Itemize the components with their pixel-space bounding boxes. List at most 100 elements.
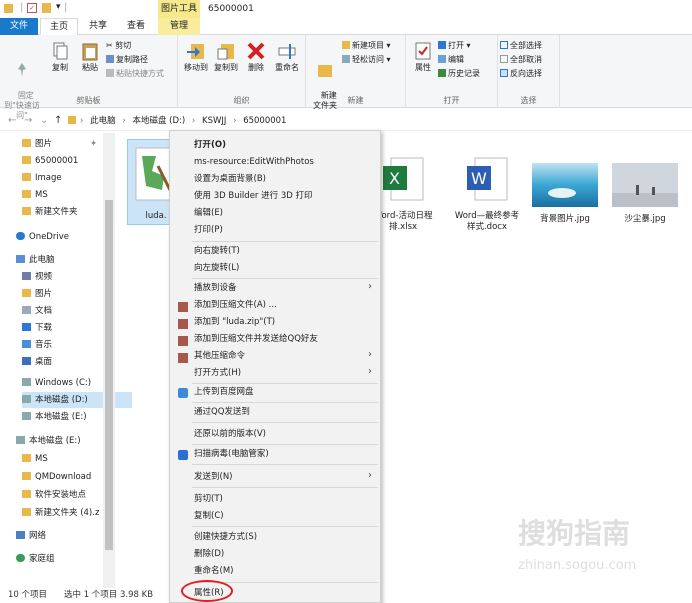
menu-item-other-compress[interactable]: 其他压缩命令	[194, 348, 245, 364]
organize-group: 移动到 复制到 删除 重命名 组织	[178, 35, 306, 108]
watermark-logo: 搜狗指南	[518, 517, 631, 550]
menu-item-virus-scan[interactable]: 扫描病毒(电脑管家)	[194, 446, 269, 462]
menu-item-print[interactable]: 打印(P)	[194, 222, 223, 238]
menu-separator	[192, 444, 378, 445]
tab-manage[interactable]: 管理	[158, 18, 200, 35]
menu-item-copy[interactable]: 复制(C)	[194, 508, 224, 524]
nav-item-pictures[interactable]: 图片	[22, 286, 132, 302]
breadcrumb-this-pc[interactable]: 此电脑	[90, 116, 116, 126]
menu-item-upload-baidu[interactable]: 上传到百度网盘	[194, 384, 254, 400]
nav-item-image[interactable]: Image	[22, 170, 132, 186]
breadcrumb-drive-d[interactable]: 本地磁盘 (D:)	[132, 116, 185, 126]
delete-button[interactable]: 删除	[244, 41, 268, 73]
menu-item-rotate-right[interactable]: 向右旋转(T)	[194, 243, 240, 259]
nav-item-documents[interactable]: 文档	[22, 303, 132, 319]
copy-button[interactable]: 复制	[46, 41, 74, 73]
file-item-word[interactable]: W Word—最终参考 样式.docx	[447, 145, 527, 244]
new-folder-button[interactable]: 新建 文件夹	[310, 41, 340, 121]
clipboard-group-label: 剪贴板	[76, 96, 101, 105]
new-item-button[interactable]: 新建项目 ▾	[342, 40, 391, 51]
nav-scrollbar-thumb[interactable]	[105, 200, 113, 550]
file-item-background-jpg[interactable]: 背景图片.jpg	[527, 163, 603, 225]
breadcrumb-kswjj[interactable]: KSWJJ	[202, 116, 226, 126]
file-item-sandstorm-jpg[interactable]: 沙尘暴.jpg	[607, 163, 683, 225]
nav-item-new-folder[interactable]: 新建文件夹	[22, 204, 132, 220]
menu-item-open[interactable]: 打开(O)	[194, 137, 226, 153]
copy-to-button[interactable]: 复制到	[212, 41, 240, 73]
nav-item-ms[interactable]: MS	[22, 187, 132, 203]
up-arrow-icon[interactable]: ↑	[54, 115, 62, 126]
back-arrow-icon[interactable]: ←	[8, 115, 16, 126]
menu-item-rotate-left[interactable]: 向左旋转(L)	[194, 260, 239, 276]
status-item-count: 10 个项目	[8, 590, 48, 600]
invert-selection-label: 反向选择	[510, 69, 542, 78]
ribbon-tabs: 文件 主页 共享 查看 管理	[0, 18, 692, 36]
qat-dropdown-icon[interactable]: ▾	[56, 2, 61, 12]
folder-icon	[4, 4, 13, 13]
recent-chevron-icon[interactable]: ⌄	[40, 115, 48, 126]
edit-button[interactable]: 编辑	[438, 54, 464, 65]
menu-item-open-with[interactable]: 打开方式(H)	[194, 365, 241, 381]
open-group-label: 打开	[443, 96, 460, 105]
menu-item-delete[interactable]: 删除(D)	[194, 546, 224, 562]
menu-item-send-to[interactable]: 发送到(N)	[194, 469, 233, 485]
menu-item-3d-print[interactable]: 使用 3D Builder 进行 3D 打印	[194, 188, 312, 204]
folder-small-icon[interactable]	[42, 3, 51, 13]
copy-path-button[interactable]: 复制路径	[106, 54, 148, 65]
easy-access-button[interactable]: 轻松访问 ▾	[342, 54, 391, 65]
nav-item-drive-d[interactable]: 本地磁盘 (D:)	[22, 392, 132, 408]
menu-item-add-to-archive[interactable]: 添加到压缩文件(A) ...	[194, 297, 277, 313]
cut-button[interactable]: ✂ 剪切	[106, 40, 131, 51]
select-none-button[interactable]: 全部取消	[500, 54, 542, 65]
nav-item-new-folder-4[interactable]: 新建文件夹 (4).z	[22, 505, 104, 521]
menu-item-cast-to-device[interactable]: 播放到设备	[194, 280, 237, 296]
nav-item-65000001[interactable]: 65000001	[22, 153, 132, 169]
menu-separator	[192, 422, 378, 423]
nav-item-videos[interactable]: 视频	[22, 269, 132, 285]
move-to-button[interactable]: 移动到	[182, 41, 210, 73]
menu-item-rename[interactable]: 重命名(M)	[194, 563, 233, 579]
nav-item-drive-e[interactable]: 本地磁盘 (E:)	[22, 409, 132, 425]
nav-item-music[interactable]: 音乐	[22, 337, 132, 353]
network-icon	[16, 531, 25, 539]
open-button[interactable]: 打开 ▾	[438, 40, 471, 51]
menu-separator	[192, 402, 378, 403]
nav-label: 本地磁盘 (E:)	[29, 436, 81, 446]
nav-item-pictures-pinned[interactable]: 图片 ✦	[22, 136, 132, 152]
menu-item-cut[interactable]: 剪切(T)	[194, 491, 223, 507]
forward-arrow-icon[interactable]: →	[24, 115, 32, 126]
breadcrumb-current[interactable]: 65000001	[243, 116, 286, 126]
nav-item-ms-2[interactable]: MS	[22, 451, 132, 467]
nav-item-qmdownload[interactable]: QMDownload	[22, 469, 132, 485]
rename-button[interactable]: 重命名	[272, 41, 302, 73]
menu-item-create-shortcut[interactable]: 创建快捷方式(S)	[194, 529, 257, 545]
menu-item-send-via-qq[interactable]: 通过QQ发送到	[194, 404, 250, 420]
nav-item-desktop[interactable]: 桌面	[22, 354, 132, 370]
menu-item-edit-with-photos[interactable]: ms-resource:EditWithPhotos	[194, 154, 314, 170]
history-button[interactable]: 历史记录	[438, 68, 480, 79]
select-all-button[interactable]: 全部选择	[500, 40, 542, 51]
nav-item-software[interactable]: 软件安装地点	[22, 487, 132, 503]
menu-item-add-to-luda-zip[interactable]: 添加到 "luda.zip"(T)	[194, 314, 275, 330]
nav-item-downloads[interactable]: 下载	[22, 320, 132, 336]
nav-item-drive-c[interactable]: Windows (C:)	[22, 375, 132, 391]
excel-file-icon: X	[383, 157, 424, 201]
tab-home[interactable]: 主页	[40, 18, 78, 36]
menu-item-restore-versions[interactable]: 还原以前的版本(V)	[194, 426, 266, 442]
tab-view[interactable]: 查看	[118, 18, 154, 35]
menu-item-archive-send-qq[interactable]: 添加到压缩文件并发送给QQ好友	[194, 331, 318, 347]
nav-label: QMDownload	[35, 472, 92, 482]
tab-file[interactable]: 文件	[0, 18, 38, 35]
properties-button[interactable]: 属性	[410, 41, 436, 73]
homegroup-icon	[16, 554, 25, 562]
invert-selection-button[interactable]: 反向选择	[500, 68, 542, 79]
paste-shortcut-button[interactable]: 粘贴快捷方式	[106, 68, 164, 79]
checkbox-icon[interactable]: ✓	[27, 3, 37, 13]
menu-item-set-desktop-background[interactable]: 设置为桌面背景(B)	[194, 171, 266, 187]
tab-share[interactable]: 共享	[80, 18, 116, 35]
menu-item-edit[interactable]: 编辑(E)	[194, 205, 223, 221]
paste-button[interactable]: 粘贴	[76, 41, 104, 73]
breadcrumb-chevron-icon: ›	[80, 116, 84, 126]
invert-selection-icon	[500, 69, 508, 77]
clipboard-group: 固定到"快速访问" 复制 粘贴 ✂ 剪切 复制路径 粘贴快捷方式 剪贴板	[0, 35, 178, 120]
